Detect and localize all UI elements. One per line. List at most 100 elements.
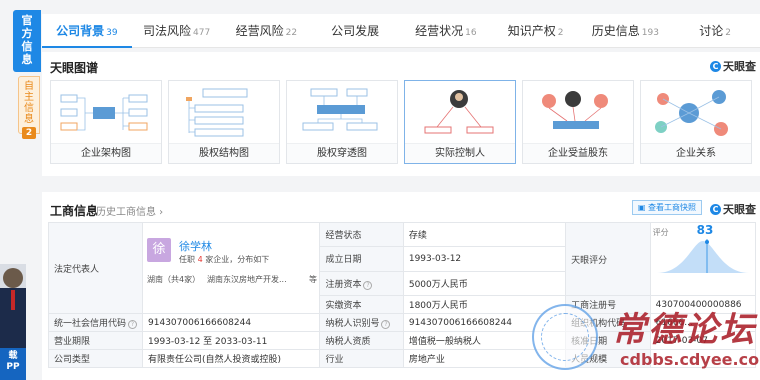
- side-tab-char: 方: [21, 27, 33, 40]
- watermark-seal: [532, 304, 598, 370]
- graph-card-beneficial-owner[interactable]: 企业受益股东: [522, 80, 634, 164]
- card-label: 股权穿透图: [287, 143, 397, 163]
- rating-key: 天眼评分: [565, 222, 651, 296]
- graph-section: 天眼图谱 C 天眼查 企业架构图 股权结构图 股权穿透图 实际控制人 企业受益股…: [42, 52, 760, 176]
- tab-count: 2: [725, 27, 731, 38]
- graph-card-actual-controller[interactable]: 实际控制人: [404, 80, 516, 164]
- tab-business-status[interactable]: 经营状况 16: [401, 14, 491, 48]
- tab-company-background[interactable]: 公司背景 39: [42, 14, 132, 48]
- tab-operational-risk[interactable]: 经营风险 22: [222, 14, 312, 48]
- card-label: 企业架构图: [51, 143, 161, 163]
- watermark-title: 常德论坛: [612, 310, 756, 350]
- term-value: 1993-03-12 至 2033-03-11: [142, 331, 321, 350]
- graph-card-structure[interactable]: 企业架构图: [50, 80, 162, 164]
- region-label: 湖南（共4家）: [147, 275, 201, 284]
- legal-rep-block: 徐 徐学林 任职 4 家企业，分布如下 湖南（共4家） 湖南东汉房地产开发...…: [144, 232, 319, 304]
- business-info-header: 工商信息 历史工商信息 › ▣ 查看工商快照 C 天眼查: [42, 192, 760, 222]
- watermark-url: cdbbs.cdyee.com: [620, 350, 760, 369]
- etc-label: 等: [309, 275, 318, 284]
- credit-code-value: 914307006166608244: [142, 313, 321, 332]
- snapshot-button-label: 查看工商快照: [648, 203, 696, 212]
- desc-count: 4: [197, 255, 203, 264]
- legal-rep-name-link[interactable]: 徐学林: [179, 238, 212, 254]
- history-business-info-link[interactable]: 历史工商信息 ›: [96, 203, 163, 218]
- tab-label: 讨论: [699, 23, 724, 38]
- taxpayer-type-key: 纳税人资质: [319, 331, 404, 350]
- section-title: 天眼图谱: [50, 61, 99, 75]
- beneficiary-chart-thumbnail: [542, 91, 608, 129]
- ad-text: PP: [6, 362, 20, 372]
- legal-rep-cell: 徐 徐学林 任职 4 家企业，分布如下 湖南（共4家） 湖南东汉房地产开发...…: [142, 222, 321, 314]
- rating-distribution-chart: [656, 239, 749, 273]
- card-label: 企业关系: [641, 143, 751, 163]
- tab-label: 经营状况: [415, 23, 464, 38]
- tab-label: 历史信息: [591, 23, 640, 38]
- graph-card-relations[interactable]: 企业关系: [640, 80, 752, 164]
- graph-card-equity-penetration[interactable]: 股权穿透图: [286, 80, 398, 164]
- company-type-key: 公司类型: [47, 349, 144, 368]
- side-tab-char: 主: [24, 92, 34, 103]
- related-company-link[interactable]: 湖南东汉房地产开发...: [207, 274, 287, 285]
- legal-rep-key: 法定代表人: [47, 222, 144, 314]
- reg-capital-value: 5000万人民币: [402, 270, 567, 297]
- help-icon[interactable]: ?: [381, 320, 391, 329]
- tianyancha-logo: C 天眼查: [710, 201, 756, 217]
- tab-count: 16: [465, 27, 477, 38]
- ad-banner: 载 PP: [0, 348, 26, 380]
- tab-label: 经营风险: [235, 23, 284, 38]
- credit-code-key-label: 统一社会信用代码: [54, 319, 127, 329]
- side-tab-badge: 2: [22, 127, 36, 139]
- side-tab-char: 信: [24, 103, 34, 114]
- status-value: 存续: [402, 221, 567, 248]
- logo-mark-icon: C: [710, 60, 721, 72]
- page: 官 方 信 息 自 主 信 息 2 公司背景 39 司法风险 477 经营风险 22 …: [0, 0, 760, 380]
- side-tab-char: 自: [24, 81, 34, 92]
- reg-capital-key: 注册资本?: [319, 270, 404, 297]
- help-icon[interactable]: ?: [128, 320, 138, 329]
- credit-code-key: 统一社会信用代码?: [47, 313, 144, 332]
- tab-company-development[interactable]: 公司发展: [311, 14, 401, 48]
- taxpayer-id-key: 纳税人识别号?: [319, 313, 404, 332]
- watermark-seal-inner: [541, 313, 589, 361]
- company-type-value: 有限责任公司(自然人投资或控股): [142, 349, 321, 368]
- penetration-chart-thumbnail: [302, 88, 378, 131]
- ad-person-head: [3, 268, 23, 288]
- status-key: 经营状态: [319, 221, 404, 248]
- founded-key: 成立日期: [319, 246, 404, 272]
- logo-text: 天眼查: [723, 203, 756, 216]
- side-tab-official-info[interactable]: 官 方 信 息: [13, 10, 41, 72]
- controller-chart-thumbnail: [424, 90, 494, 134]
- tab-intellectual-property[interactable]: 知识产权 2: [491, 14, 581, 48]
- desc-suffix: 家企业，分布如下: [205, 255, 270, 264]
- ad-person-tie: [11, 290, 15, 310]
- logo-text: 天眼查: [723, 60, 756, 73]
- help-icon[interactable]: ?: [363, 280, 373, 290]
- tab-discussion[interactable]: 讨论 2: [670, 14, 760, 48]
- main-tab-bar: 公司背景 39 司法风险 477 经营风险 22 公司发展 经营状况 16 知识产权 2 …: [42, 14, 760, 48]
- section-title: 工商信息: [50, 204, 99, 218]
- view-snapshot-button[interactable]: ▣ 查看工商快照: [631, 200, 702, 215]
- tab-count: 22: [285, 27, 298, 38]
- relations-chart-thumbnail: [655, 90, 728, 136]
- avatar: 徐: [147, 238, 172, 262]
- tab-count: 2: [557, 27, 564, 38]
- graph-card-equity-structure[interactable]: 股权结构图: [168, 80, 280, 164]
- side-tab-self-info[interactable]: 自 主 信 息 2: [18, 76, 40, 139]
- term-key: 营业期限: [47, 331, 144, 350]
- tab-count: 193: [641, 27, 659, 38]
- rating-value: 83: [696, 223, 714, 238]
- side-tab-char: 官: [21, 14, 33, 27]
- side-advertisement[interactable]: 载 PP: [0, 264, 26, 380]
- tab-label: 知识产权: [507, 23, 556, 38]
- rating-block: 评分 83: [651, 223, 754, 295]
- side-tab-char: 息: [24, 114, 34, 125]
- reg-capital-key-label: 注册资本: [325, 279, 362, 290]
- card-label: 实际控制人: [405, 143, 515, 163]
- ad-text: 载: [8, 351, 18, 361]
- tab-judicial-risk[interactable]: 司法风险 477: [132, 14, 222, 48]
- taxpayer-id-key-label: 纳税人识别号: [325, 319, 380, 329]
- tab-history-info[interactable]: 历史信息 193: [581, 14, 671, 48]
- legal-rep-desc: 任职 4 家企业，分布如下: [179, 254, 269, 265]
- industry-key: 行业: [319, 349, 404, 368]
- watermark: 常德论坛 cdbbs.cdyee.com: [530, 300, 760, 380]
